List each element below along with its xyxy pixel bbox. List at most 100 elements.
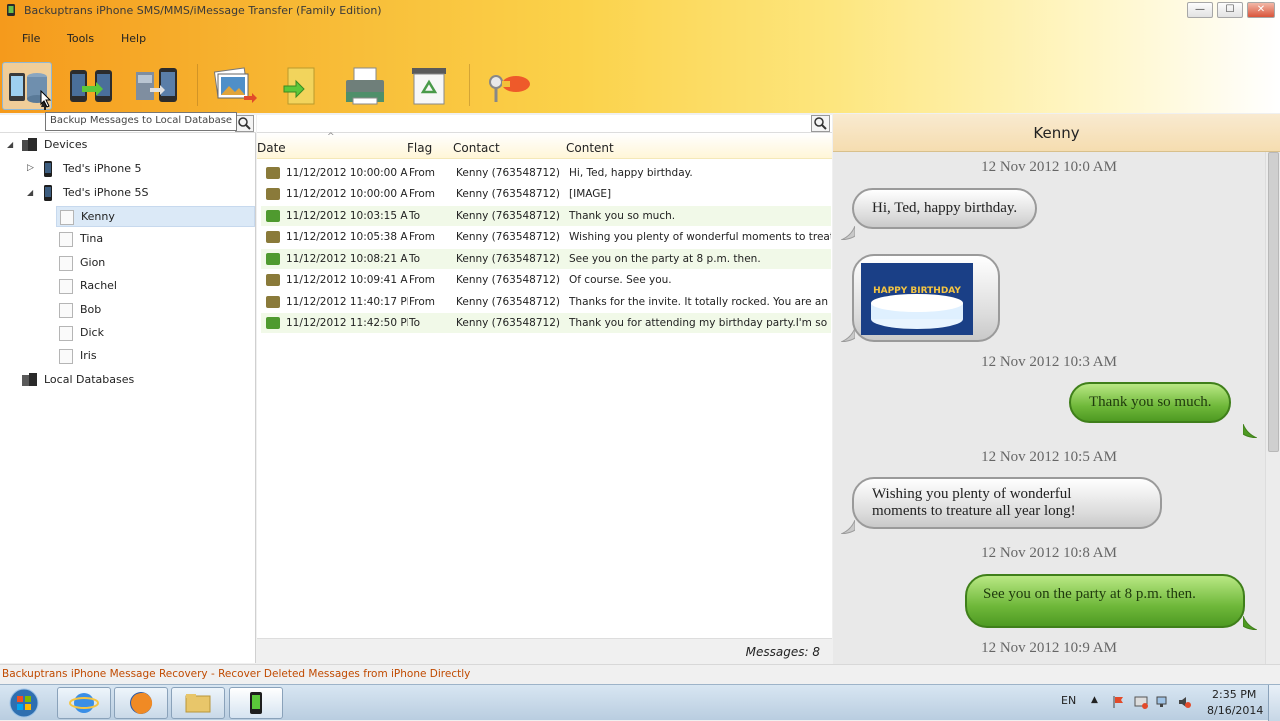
row-contact: Kenny (763548712) <box>456 253 561 265</box>
tree-node-contact-dick[interactable]: Dick <box>56 323 255 343</box>
tree-node-contact-iris[interactable]: Iris <box>56 346 255 366</box>
recycle-bin-button[interactable] <box>404 62 454 110</box>
row-content: Thank you for attending my birthday part… <box>569 317 831 329</box>
restore-to-iphone-icon <box>136 68 177 102</box>
close-button[interactable]: ✕ <box>1247 2 1275 18</box>
column-header-contact[interactable]: Contact <box>453 141 500 155</box>
windows-start-icon[interactable] <box>6 687 42 719</box>
tree-node-local-databases[interactable]: Local Databases <box>0 370 256 390</box>
message-row[interactable]: 11/12/2012 10:03:15 AM To Kenny (7635487… <box>261 206 831 226</box>
tree-node-devices[interactable]: ◢ Devices <box>0 135 256 155</box>
message-search-button[interactable] <box>811 115 830 132</box>
taskbar-file-explorer[interactable] <box>171 687 225 719</box>
tree-label: Ted's iPhone 5 <box>63 162 142 175</box>
print-icon <box>346 67 384 105</box>
toolbar-separator <box>197 64 198 106</box>
export-photos-button[interactable] <box>210 62 260 110</box>
menu-file[interactable]: File <box>22 32 40 45</box>
print-button[interactable] <box>340 62 390 110</box>
bubble-tail-icon <box>841 520 855 534</box>
transfer-phone-to-phone-button[interactable] <box>66 62 116 110</box>
column-header-content[interactable]: Content <box>566 141 614 155</box>
windows-taskbar: EN ▲ 2:35 PM 8/16/2014 <box>0 684 1280 721</box>
tree-node-contact-bob[interactable]: Bob <box>56 300 255 320</box>
incoming-message-icon <box>266 231 280 243</box>
expand-arrow-icon[interactable]: ▷ <box>27 163 34 173</box>
toolbar-separator <box>469 64 470 106</box>
row-flag: From <box>409 188 436 200</box>
tree-label: Kenny <box>81 210 115 223</box>
show-hidden-icons-icon[interactable]: ▲ <box>1091 695 1098 705</box>
title-bar: Backuptrans iPhone SMS/MMS/iMessage Tran… <box>0 0 1280 22</box>
tree-label: Dick <box>80 326 104 339</box>
tray-device-icon[interactable] <box>1134 695 1148 709</box>
file-explorer-icon <box>185 694 211 713</box>
maximize-button[interactable]: ☐ <box>1217 2 1243 18</box>
conversation-scrollbar[interactable] <box>1265 152 1280 664</box>
collapse-arrow-icon[interactable]: ◢ <box>27 188 33 197</box>
taskbar-firefox[interactable] <box>114 687 168 719</box>
message-row[interactable]: 11/12/2012 10:00:00 AM From Kenny (76354… <box>261 163 831 183</box>
menu-tools[interactable]: Tools <box>67 32 94 45</box>
transfer-phone-to-phone-icon <box>70 70 112 102</box>
row-flag: From <box>409 231 436 243</box>
message-row[interactable]: 11/12/2012 10:00:00 AM From Kenny (76354… <box>261 184 831 204</box>
tree-node-contact-rachel[interactable]: Rachel <box>56 276 255 296</box>
register-button[interactable] <box>484 62 534 110</box>
message-row[interactable]: 11/12/2012 10:09:41 AM From Kenny (76354… <box>261 270 831 290</box>
message-search-input[interactable] <box>257 115 832 133</box>
contact-icon <box>60 210 74 225</box>
iphone-icon <box>44 161 52 177</box>
minimize-button[interactable]: — <box>1187 2 1213 18</box>
tree-node-device-iphone5s[interactable]: ◢ Ted's iPhone 5S <box>0 183 256 203</box>
message-list: ^ Date Flag Contact Content 11/12/2012 1… <box>257 132 832 663</box>
column-header-date[interactable]: Date <box>257 141 286 155</box>
row-date: 11/12/2012 11:40:17 PM <box>286 296 408 308</box>
row-date: 11/12/2012 10:08:21 AM <box>286 253 408 265</box>
row-content: Of course. See you. <box>569 274 672 286</box>
taskbar-iphone-transfer-app[interactable] <box>229 687 283 719</box>
iphone-transfer-app-icon <box>250 692 262 714</box>
show-desktop-button[interactable] <box>1268 685 1280 721</box>
clock-date[interactable]: 8/16/2014 <box>1207 704 1263 717</box>
collapse-arrow-icon[interactable]: ◢ <box>7 140 13 149</box>
message-row[interactable]: 11/12/2012 11:40:17 PM From Kenny (76354… <box>261 292 831 312</box>
list-header: ^ Date Flag Contact Content <box>257 132 832 159</box>
scrollbar-thumb[interactable] <box>1268 152 1279 452</box>
tree-node-device-iphone5[interactable]: ▷ Ted's iPhone 5 <box>0 159 256 179</box>
message-row[interactable]: 11/12/2012 10:08:21 AM To Kenny (7635487… <box>261 249 831 269</box>
row-contact: Kenny (763548712) <box>456 274 561 286</box>
menu-help[interactable]: Help <box>121 32 146 45</box>
network-icon[interactable] <box>1156 695 1170 709</box>
row-content: See you on the party at 8 p.m. then. <box>569 253 761 265</box>
restore-to-iphone-button[interactable] <box>132 62 182 110</box>
column-header-flag[interactable]: Flag <box>407 141 432 155</box>
status-bar: Backuptrans iPhone Message Recovery - Re… <box>0 664 1280 684</box>
search-icon <box>238 117 251 130</box>
tree-node-contact-gion[interactable]: Gion <box>56 253 255 273</box>
device-search-button[interactable] <box>235 115 254 132</box>
message-row[interactable]: 11/12/2012 11:42:50 PM To Kenny (7635487… <box>261 313 831 333</box>
row-date: 11/12/2012 10:03:15 AM <box>286 210 408 222</box>
contact-icon <box>59 279 73 294</box>
language-indicator[interactable]: EN <box>1061 694 1076 707</box>
row-flag: From <box>409 274 436 286</box>
message-line: moments to treature all year long! <box>872 503 1076 519</box>
timestamp: 12 Nov 2012 10:0 AM <box>981 159 1117 175</box>
volume-muted-icon[interactable] <box>1178 695 1192 709</box>
firefox-icon <box>130 692 153 714</box>
window-title: Backuptrans iPhone SMS/MMS/iMessage Tran… <box>24 4 382 17</box>
action-center-flag-icon[interactable] <box>1112 695 1126 709</box>
row-contact: Kenny (763548712) <box>456 188 561 200</box>
tree-node-contact-tina[interactable]: Tina <box>56 229 255 249</box>
export-file-button[interactable] <box>276 62 326 110</box>
incoming-message-icon <box>266 296 280 308</box>
register-key-icon <box>489 75 530 102</box>
timestamp: 12 Nov 2012 10:8 AM <box>981 545 1117 561</box>
message-row[interactable]: 11/12/2012 10:05:38 AM From Kenny (76354… <box>261 227 831 247</box>
row-flag: From <box>409 296 436 308</box>
taskbar-internet-explorer[interactable] <box>57 687 111 719</box>
status-link[interactable]: Backuptrans iPhone Message Recovery - Re… <box>2 668 470 680</box>
tree-node-contact-kenny[interactable]: Kenny <box>56 206 255 227</box>
clock-time[interactable]: 2:35 PM <box>1212 688 1256 701</box>
